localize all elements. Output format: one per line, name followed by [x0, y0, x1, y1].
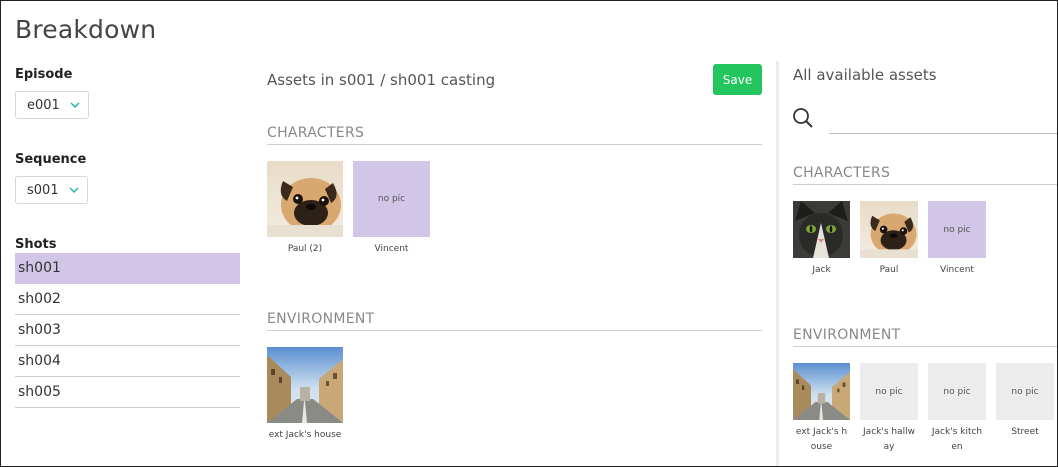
chevron-down-icon: [70, 102, 80, 108]
shot-item-sh004[interactable]: sh004: [15, 346, 240, 377]
breakdown-window: Breakdown Episode e001 Sequence s001 Sho…: [0, 0, 1058, 467]
shot-item-sh005[interactable]: sh005: [15, 377, 240, 408]
save-button[interactable]: Save: [713, 64, 762, 95]
search-icon: [793, 108, 813, 128]
asset-label-line: ay: [883, 442, 895, 452]
no-pic-thumbnail: no pic: [928, 363, 986, 420]
cat-photo-thumbnail: [793, 201, 850, 258]
casting-asset-ext-jacks-house[interactable]: ext Jack's house: [267, 347, 343, 443]
no-pic-thumbnail: no pic: [996, 363, 1054, 420]
episode-select[interactable]: e001: [15, 91, 89, 119]
chevron-down-icon: [69, 187, 79, 193]
pug-photo: [860, 201, 918, 258]
casting-asset-paul[interactable]: Paul (2): [267, 161, 343, 257]
available-asset-street[interactable]: no pic Street: [996, 363, 1054, 440]
casting-characters-heading: CHARACTERS: [267, 125, 762, 145]
asset-label: Jack: [812, 265, 831, 275]
asset-label: Street: [996, 425, 1054, 440]
asset-label: Paul: [879, 265, 899, 275]
street-photo: [793, 363, 850, 420]
page-title: Breakdown: [15, 15, 157, 44]
street-photo: [267, 347, 343, 423]
no-pic-thumbnail: no pic: [860, 363, 918, 420]
shot-item-sh001[interactable]: sh001: [15, 253, 240, 284]
available-characters-heading: CHARACTERS: [793, 165, 1057, 185]
sequence-select[interactable]: s001: [15, 176, 88, 204]
no-pic-thumbnail: no pic: [928, 201, 986, 258]
asset-label: Jack's kitch en: [928, 425, 986, 455]
asset-label: Vincent: [940, 265, 974, 275]
available-asset-vincent[interactable]: no pic Vincent: [928, 201, 986, 278]
asset-label-line: en: [951, 442, 963, 452]
asset-label: ext Jack's h ouse: [793, 425, 850, 455]
cat-photo: [793, 201, 850, 258]
shot-list: sh001 sh002 sh003 sh004 sh005: [15, 253, 240, 408]
available-asset-ext-jacks-house[interactable]: ext Jack's h ouse: [793, 363, 850, 455]
sequence-select-value: s001: [27, 182, 59, 198]
asset-label: ext Jack's house: [268, 430, 342, 440]
available-asset-jacks-kitchen[interactable]: no pic Jack's kitch en: [928, 363, 986, 455]
casting-title: Assets in s001 / sh001 casting: [267, 71, 496, 89]
asset-label-line: ext Jack's h: [795, 427, 848, 437]
shots-label: Shots: [15, 237, 57, 252]
casting-environment-heading: ENVIRONMENT: [267, 311, 762, 331]
asset-label: Vincent: [374, 244, 409, 254]
available-environment-heading: ENVIRONMENT: [793, 327, 1057, 347]
available-asset-jack[interactable]: Jack: [793, 201, 850, 278]
available-assets-title: All available assets: [793, 66, 937, 84]
shot-item-sh002[interactable]: sh002: [15, 284, 240, 315]
search-input[interactable]: [829, 111, 1057, 134]
asset-label: Jack's hallw ay: [860, 425, 918, 455]
street-photo-thumbnail: [267, 347, 343, 423]
episode-select-value: e001: [27, 97, 60, 113]
street-photo-thumbnail: [793, 363, 850, 420]
asset-label-line: ouse: [810, 442, 833, 452]
episode-label: Episode: [15, 67, 73, 82]
available-asset-jacks-hallway[interactable]: no pic Jack's hallw ay: [860, 363, 918, 455]
pug-photo-thumbnail: [267, 161, 343, 237]
asset-label: Paul (2): [287, 244, 323, 254]
pug-photo: [267, 161, 343, 237]
asset-label-line: Jack's hallw: [863, 427, 915, 437]
casting-asset-vincent[interactable]: no pic Vincent: [353, 161, 430, 257]
asset-label-line: Street: [1011, 427, 1039, 437]
column-divider: [776, 61, 779, 466]
no-pic-thumbnail: no pic: [353, 161, 430, 237]
pug-photo-thumbnail: [860, 201, 918, 258]
asset-label-line: Jack's kitch: [931, 427, 983, 437]
shot-item-sh003[interactable]: sh003: [15, 315, 240, 346]
sequence-label: Sequence: [15, 152, 87, 167]
available-asset-paul[interactable]: Paul: [860, 201, 918, 278]
